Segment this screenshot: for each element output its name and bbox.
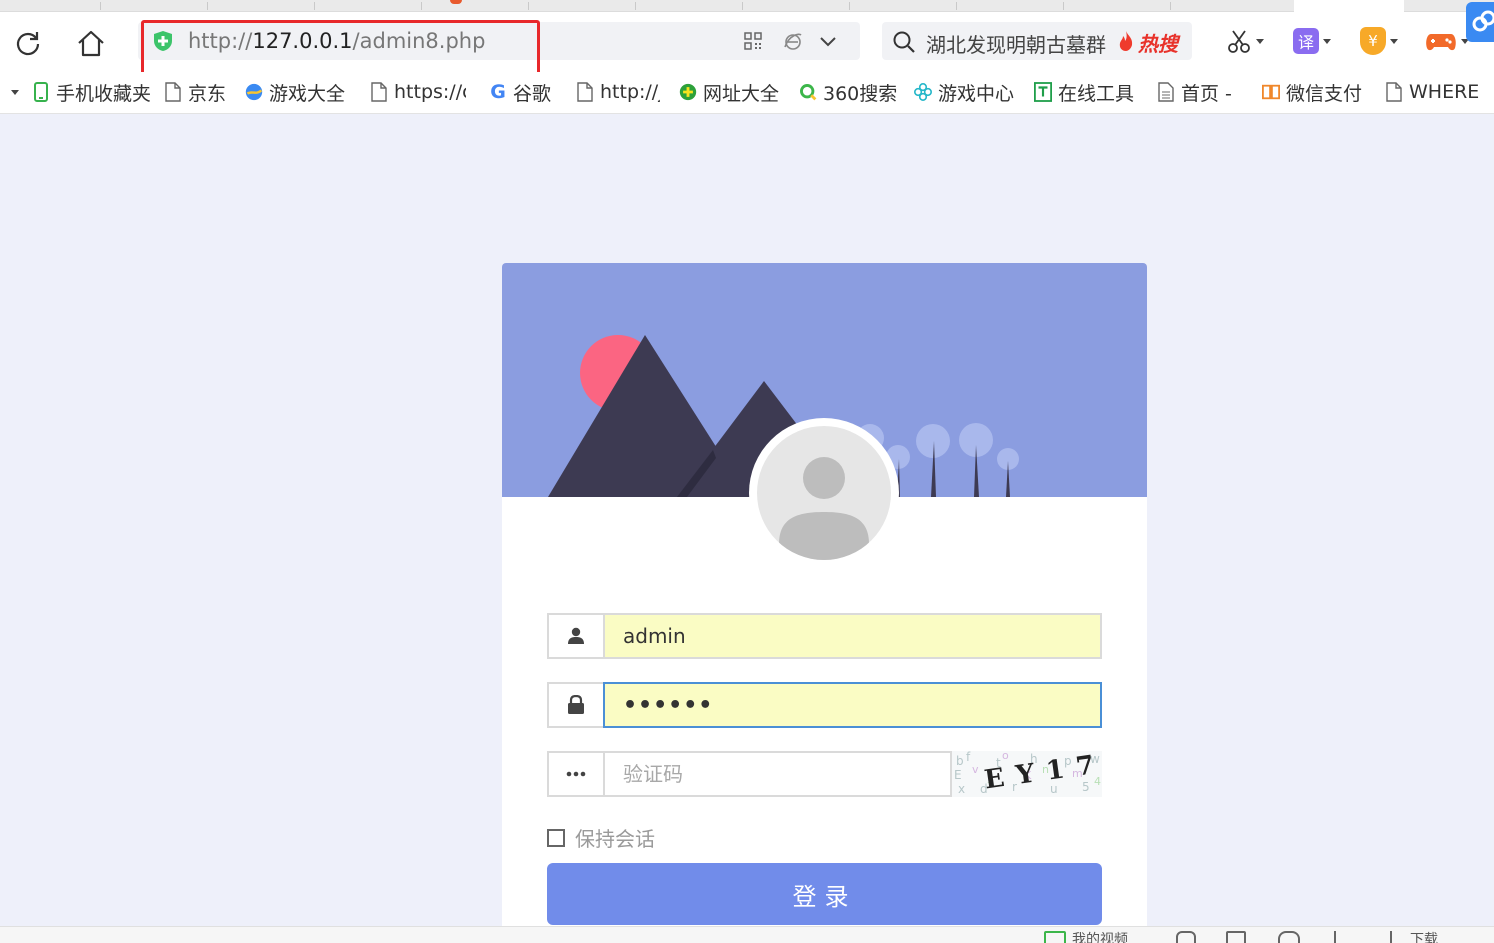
status-bar: 我的视频 下载	[0, 926, 1494, 943]
gamepad-icon	[1426, 34, 1456, 51]
bookmark-item[interactable]: 在线工具	[1034, 80, 1138, 104]
lock-icon	[547, 682, 603, 728]
captcha-field: bEfd trhu p5wx vKmo jn4 EY17	[547, 751, 1102, 797]
plus-globe-icon	[679, 82, 697, 102]
bookmark-item[interactable]: http://j	[576, 80, 660, 104]
bookmark-item[interactable]: 网址大全	[679, 80, 785, 104]
google-icon: G	[490, 81, 506, 103]
tab-favicon	[450, 0, 462, 4]
svg-text:E: E	[954, 768, 962, 782]
search-360-icon	[799, 82, 817, 102]
phone-icon	[32, 82, 50, 102]
login-card: •••••• bEfd trhu p5wx vKmo jn4 EY17	[502, 263, 1147, 943]
svg-text:o: o	[1002, 751, 1009, 762]
bookmark-item[interactable]: 游戏大全	[245, 80, 345, 104]
username-field	[547, 613, 1102, 659]
translate-tool[interactable]: 译	[1293, 26, 1331, 56]
username-input[interactable]	[603, 613, 1102, 659]
search-box[interactable]: 湖北发现明朝古墓群 热搜	[882, 22, 1192, 60]
browser-toolbar: http://127.0.0.1/admin8.php 湖北发现明朝古墓群 热搜…	[0, 2, 1494, 94]
avatar	[749, 418, 899, 568]
ellipsis-icon	[547, 751, 603, 797]
qr-code-icon[interactable]	[744, 32, 762, 54]
password-field: ••••••	[547, 682, 1102, 728]
svg-text:b: b	[956, 754, 964, 768]
remember-checkbox[interactable]	[547, 828, 565, 847]
search-icon	[892, 30, 916, 58]
tab-strip	[0, 0, 1494, 12]
user-placeholder-icon	[757, 426, 891, 560]
bookmarks-menu-caret-icon[interactable]	[11, 90, 19, 95]
status-item-video[interactable]: 我的视频	[1072, 929, 1128, 943]
page-icon	[164, 82, 182, 102]
captcha-input[interactable]	[603, 751, 952, 797]
remember-session[interactable]: 保持会话	[547, 823, 655, 852]
bookmark-item[interactable]: 微信支付	[1262, 80, 1364, 104]
login-button[interactable]: 登录	[547, 863, 1102, 925]
bookmark-item[interactable]: 360搜索	[799, 80, 899, 104]
game-globe-icon	[245, 82, 263, 102]
scissors-icon	[1228, 30, 1250, 53]
download-icon[interactable]	[1390, 931, 1392, 943]
user-icon	[547, 613, 603, 659]
chevron-down-icon[interactable]	[818, 31, 838, 55]
shield-outline-icon[interactable]	[1176, 931, 1196, 943]
password-input[interactable]: ••••••	[603, 682, 1102, 728]
shield-money-icon: ¥	[1360, 27, 1386, 55]
doc-icon	[1157, 82, 1175, 102]
home-icon[interactable]	[74, 27, 108, 59]
search-query[interactable]: 湖北发现明朝古墓群	[926, 29, 1106, 58]
svg-text:v: v	[972, 763, 979, 776]
bookmarks-bar: 手机收藏夹 京东 游戏大全 https://c G 谷歌 http://j 网址…	[0, 72, 1494, 114]
page-icon	[1385, 82, 1403, 102]
bookmark-item[interactable]: 首页 -	[1157, 80, 1239, 104]
game-tool[interactable]	[1425, 26, 1469, 56]
wallet-tool[interactable]: ¥	[1360, 26, 1398, 56]
flame-icon	[1116, 30, 1136, 56]
compat-mode-icon[interactable]	[783, 31, 803, 55]
screenshot-tool[interactable]	[1226, 26, 1264, 56]
link-share-icon[interactable]	[1466, 2, 1494, 42]
speaker-icon[interactable]	[1334, 931, 1352, 943]
video-icon[interactable]	[1044, 931, 1066, 943]
bookmark-item[interactable]: WHERE	[1385, 80, 1485, 104]
tool-icon	[1034, 82, 1052, 102]
bookmark-item[interactable]: 游戏中心	[914, 80, 1020, 104]
bookmark-item[interactable]: https://c	[370, 80, 466, 104]
window-icon[interactable]	[1226, 931, 1246, 943]
bookmark-item[interactable]: 京东	[164, 80, 234, 104]
clover-icon	[914, 82, 932, 102]
reload-icon[interactable]	[12, 27, 44, 59]
active-tab[interactable]	[1294, 0, 1404, 12]
bookmark-item[interactable]: 手机收藏夹	[32, 80, 150, 104]
hot-search-badge[interactable]: 热搜	[1138, 28, 1178, 57]
svg-text:x: x	[958, 782, 965, 796]
page-icon	[576, 82, 594, 102]
status-item-download[interactable]: 下载	[1410, 929, 1438, 943]
remember-label: 保持会话	[575, 827, 655, 851]
svg-text:5: 5	[1082, 780, 1090, 794]
translate-icon: 译	[1293, 28, 1319, 54]
svg-text:f: f	[966, 751, 971, 764]
bookmark-item[interactable]: G 谷歌	[489, 80, 559, 104]
captcha-image[interactable]: bEfd trhu p5wx vKmo jn4 EY17	[952, 751, 1102, 797]
heart-icon[interactable]	[1278, 931, 1300, 943]
wechat-pay-icon	[1262, 82, 1280, 102]
page-icon	[370, 82, 388, 102]
